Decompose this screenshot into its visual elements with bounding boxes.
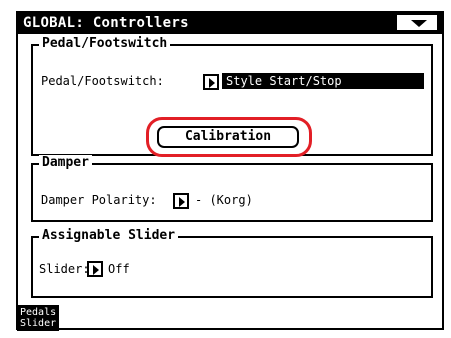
tab-pedals-slider[interactable]: Pedals Slider xyxy=(17,305,59,331)
slider-popup-button[interactable] xyxy=(87,261,103,277)
tab-label-line1: Pedals xyxy=(20,307,57,318)
damper-polarity-popup-button[interactable] xyxy=(173,193,189,209)
assignable-slider-group-title: Assignable Slider xyxy=(39,228,179,244)
display-screen: GLOBAL: Controllers Pedal/Footswitch Ped… xyxy=(16,11,444,330)
assignable-slider-group: Assignable Slider Slider: Off xyxy=(31,228,433,298)
pedal-footswitch-group-title: Pedal/Footswitch xyxy=(39,36,171,52)
chevron-down-icon xyxy=(411,20,427,27)
calibration-highlight: Calibration xyxy=(146,117,312,157)
tab-label-line2: Slider xyxy=(20,318,57,329)
triangle-right-icon xyxy=(179,197,185,207)
triangle-right-icon xyxy=(209,78,215,88)
slider-value[interactable]: Off xyxy=(108,262,130,276)
calibration-button[interactable]: Calibration xyxy=(157,126,299,148)
title-bar: GLOBAL: Controllers xyxy=(18,13,442,34)
page-menu-button[interactable] xyxy=(397,15,437,30)
damper-polarity-value[interactable]: - (Korg) xyxy=(195,193,253,207)
slider-label: Slider: xyxy=(39,262,90,276)
pedal-footswitch-label: Pedal/Footswitch: xyxy=(41,74,164,88)
page-title: GLOBAL: Controllers xyxy=(23,15,189,31)
triangle-right-icon xyxy=(93,265,99,275)
damper-polarity-label: Damper Polarity: xyxy=(41,193,157,207)
damper-group-title: Damper xyxy=(39,155,92,171)
pedal-footswitch-value[interactable]: Style Start/Stop xyxy=(222,73,424,89)
damper-group: Damper Damper Polarity: - (Korg) xyxy=(31,155,433,222)
pedal-footswitch-popup-button[interactable] xyxy=(203,74,219,90)
